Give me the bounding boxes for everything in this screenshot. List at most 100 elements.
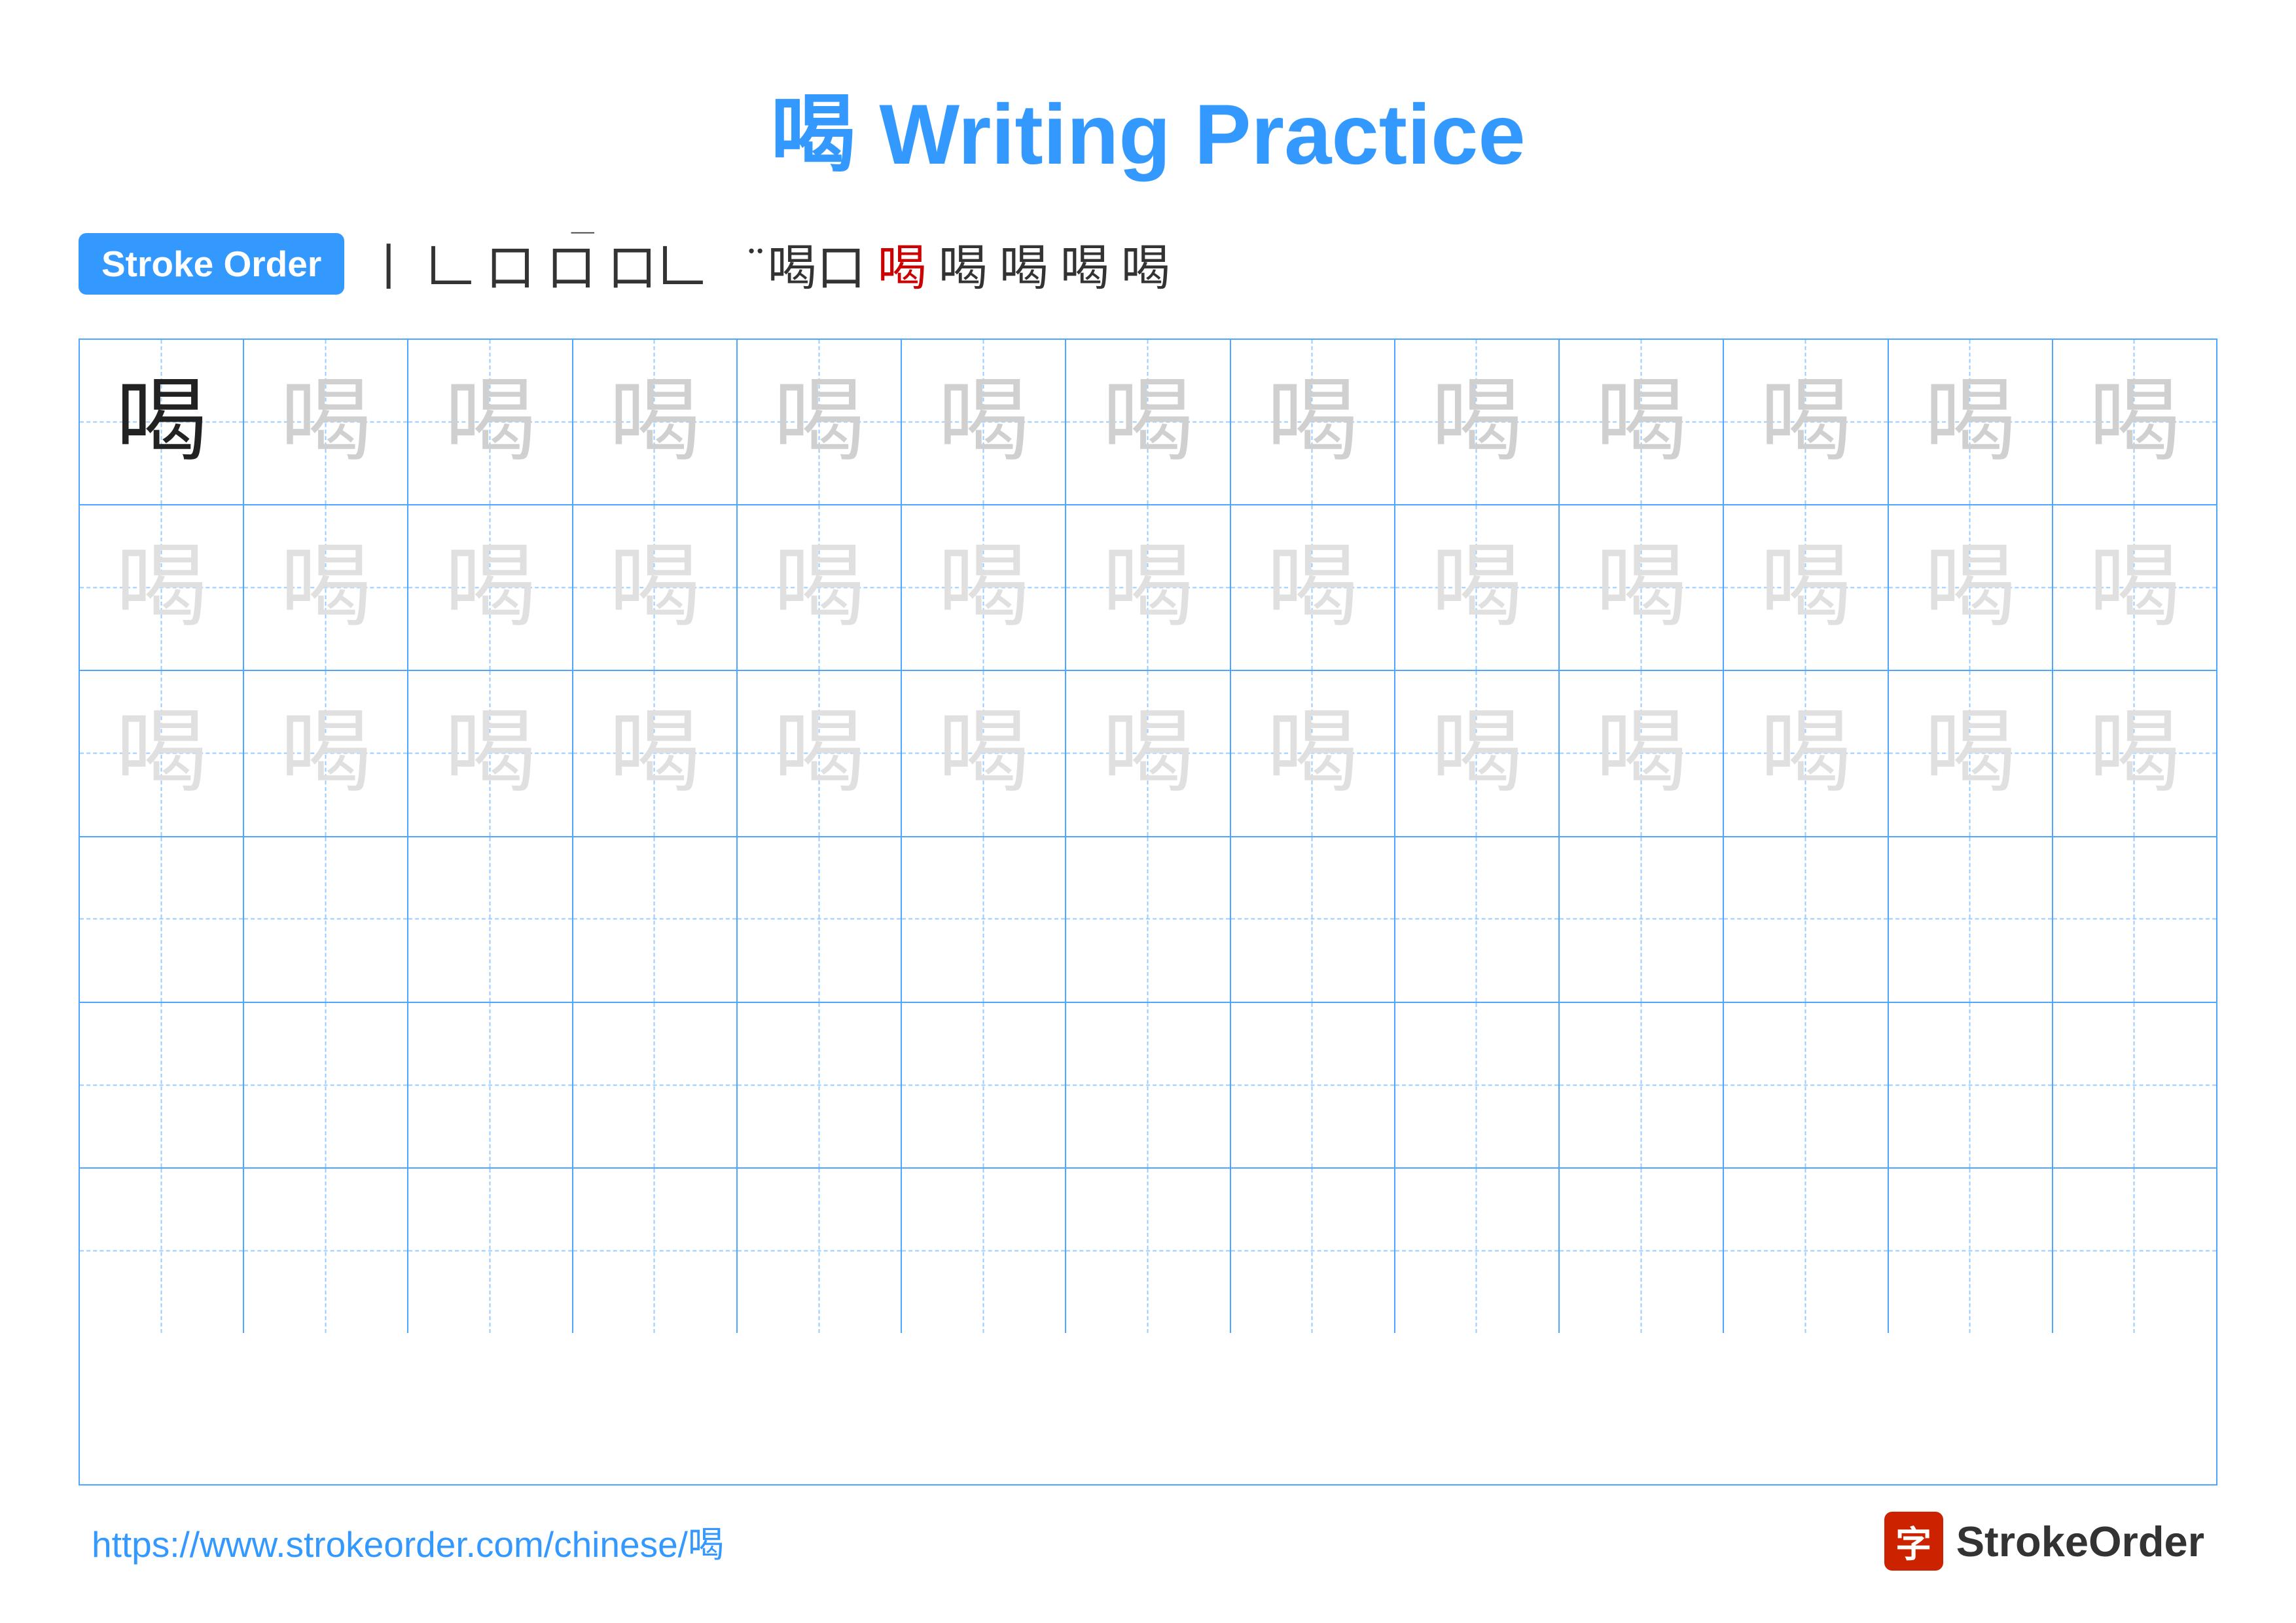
grid-cell-3-1[interactable]: 喝 [80,671,244,835]
grid-cell-6-13[interactable] [2053,1169,2216,1333]
grid-cell-6-4[interactable] [573,1169,738,1333]
grid-cell-5-6[interactable] [902,1003,1066,1167]
grid-cell-6-12[interactable] [1889,1169,2053,1333]
grid-cell-6-8[interactable] [1231,1169,1395,1333]
grid-cell-2-3[interactable]: 喝 [408,505,573,670]
grid-cell-4-2[interactable] [244,837,408,1002]
char-light: 喝 [1760,376,1852,468]
char-lighter: 喝 [2089,542,2180,634]
logo-text: StrokeOrder [1956,1517,2204,1566]
grid-cell-3-2[interactable]: 喝 [244,671,408,835]
grid-cell-2-10[interactable]: 喝 [1560,505,1724,670]
grid-cell-3-11[interactable]: 喝 [1724,671,1888,835]
grid-cell-2-13[interactable]: 喝 [2053,505,2216,670]
grid-cell-6-5[interactable] [738,1169,902,1333]
char-lighter: 喝 [444,542,536,634]
char-lighter: 喝 [1924,708,2016,799]
grid-cell-3-5[interactable]: 喝 [738,671,902,835]
grid-cell-5-8[interactable] [1231,1003,1395,1167]
grid-cell-1-5[interactable]: 喝 [738,340,902,504]
char-lighter: 喝 [1924,542,2016,634]
char-lighter: 喝 [1760,708,1852,799]
grid-cell-1-10[interactable]: 喝 [1560,340,1724,504]
grid-cell-5-12[interactable] [1889,1003,2053,1167]
grid-cell-3-4[interactable]: 喝 [573,671,738,835]
char-lighter: 喝 [1431,708,1522,799]
grid-cell-1-3[interactable]: 喝 [408,340,573,504]
grid-cell-3-13[interactable]: 喝 [2053,671,2216,835]
grid-cell-6-10[interactable] [1560,1169,1724,1333]
grid-cell-4-3[interactable] [408,837,573,1002]
grid-cell-5-13[interactable] [2053,1003,2216,1167]
grid-cell-4-12[interactable] [1889,837,2053,1002]
grid-cell-3-10[interactable]: 喝 [1560,671,1724,835]
grid-cell-6-11[interactable] [1724,1169,1888,1333]
grid-cell-6-1[interactable] [80,1169,244,1333]
grid-cell-4-5[interactable] [738,837,902,1002]
grid-cell-5-11[interactable] [1724,1003,1888,1167]
footer-url[interactable]: https://www.strokeorder.com/chinese/喝 [92,1515,724,1567]
grid-cell-2-1[interactable]: 喝 [80,505,244,670]
char-lighter: 喝 [1266,542,1358,634]
grid-cell-2-12[interactable]: 喝 [1889,505,2053,670]
grid-cell-6-2[interactable] [244,1169,408,1333]
char-lighter: 喝 [1760,542,1852,634]
grid-cell-5-7[interactable] [1066,1003,1230,1167]
grid-cell-1-12[interactable]: 喝 [1889,340,2053,504]
grid-cell-1-13[interactable]: 喝 [2053,340,2216,504]
grid-cell-2-6[interactable]: 喝 [902,505,1066,670]
grid-cell-3-7[interactable]: 喝 [1066,671,1230,835]
stroke-order-row: Stroke Order 丨 𠃊 口 口— 口𠃊 喝̈ 喝口 喝 喝 喝 喝 喝 [79,228,2217,299]
grid-cell-2-2[interactable]: 喝 [244,505,408,670]
char-lighter: 喝 [938,542,1030,634]
char-dark: 喝 [116,376,207,468]
grid-cell-5-9[interactable] [1395,1003,1560,1167]
grid-cell-5-4[interactable] [573,1003,738,1167]
char-lighter: 喝 [2089,708,2180,799]
grid-cell-4-9[interactable] [1395,837,1560,1002]
grid-cell-1-2[interactable]: 喝 [244,340,408,504]
grid-cell-5-5[interactable] [738,1003,902,1167]
char-light: 喝 [609,376,700,468]
grid-cell-1-1[interactable]: 喝 [80,340,244,504]
footer: https://www.strokeorder.com/chinese/喝 字 … [79,1512,2217,1571]
grid-cell-4-4[interactable] [573,837,738,1002]
grid-cell-3-8[interactable]: 喝 [1231,671,1395,835]
grid-cell-1-8[interactable]: 喝 [1231,340,1395,504]
grid-cell-2-4[interactable]: 喝 [573,505,738,670]
grid-cell-4-7[interactable] [1066,837,1230,1002]
stroke-11: 喝 [1060,228,1109,299]
grid-cell-4-6[interactable] [902,837,1066,1002]
grid-row-3: 喝 喝 喝 喝 喝 喝 喝 喝 喝 [80,671,2216,837]
grid-cell-4-1[interactable] [80,837,244,1002]
grid-cell-3-3[interactable]: 喝 [408,671,573,835]
grid-cell-5-1[interactable] [80,1003,244,1167]
grid-cell-4-10[interactable] [1560,837,1724,1002]
grid-cell-1-7[interactable]: 喝 [1066,340,1230,504]
grid-cell-4-13[interactable] [2053,837,2216,1002]
grid-cell-5-2[interactable] [244,1003,408,1167]
grid-cell-3-12[interactable]: 喝 [1889,671,2053,835]
grid-cell-4-11[interactable] [1724,837,1888,1002]
grid-cell-2-5[interactable]: 喝 [738,505,902,670]
grid-cell-6-7[interactable] [1066,1169,1230,1333]
grid-cell-6-9[interactable] [1395,1169,1560,1333]
grid-cell-3-9[interactable]: 喝 [1395,671,1560,835]
grid-cell-2-7[interactable]: 喝 [1066,505,1230,670]
char-light: 喝 [280,376,372,468]
grid-cell-5-3[interactable] [408,1003,573,1167]
grid-cell-6-6[interactable] [902,1169,1066,1333]
grid-cell-4-8[interactable] [1231,837,1395,1002]
grid-cell-1-9[interactable]: 喝 [1395,340,1560,504]
grid-cell-5-10[interactable] [1560,1003,1724,1167]
grid-cell-1-6[interactable]: 喝 [902,340,1066,504]
grid-cell-6-3[interactable] [408,1169,573,1333]
grid-cell-2-9[interactable]: 喝 [1395,505,1560,670]
grid-cell-3-6[interactable]: 喝 [902,671,1066,835]
grid-cell-2-11[interactable]: 喝 [1724,505,1888,670]
grid-cell-1-11[interactable]: 喝 [1724,340,1888,504]
char-light: 喝 [1266,376,1358,468]
page-title: 喝 Writing Practice [770,65,1525,189]
grid-cell-2-8[interactable]: 喝 [1231,505,1395,670]
grid-cell-1-4[interactable]: 喝 [573,340,738,504]
